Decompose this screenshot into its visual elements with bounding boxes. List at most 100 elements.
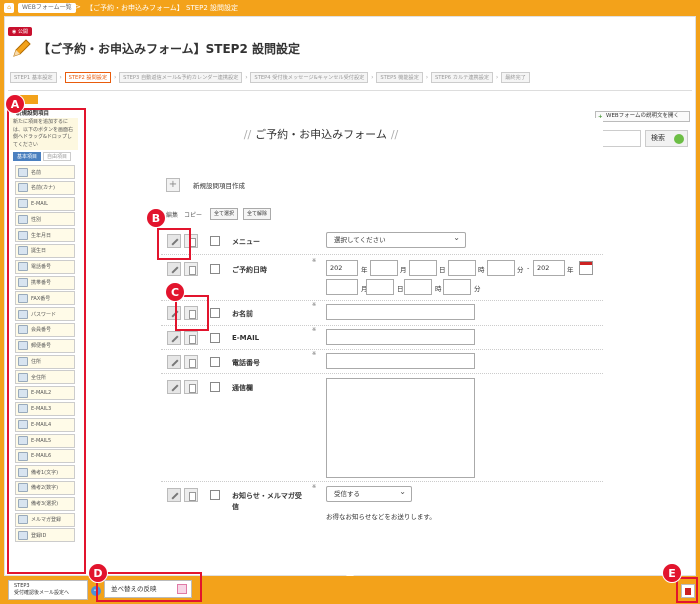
day-input[interactable] bbox=[409, 260, 437, 276]
minute-unit: 分 bbox=[517, 266, 524, 274]
select-all-button[interactable]: 全て選択 bbox=[210, 208, 239, 220]
copy-icon[interactable] bbox=[184, 262, 198, 276]
row-checkbox[interactable] bbox=[210, 490, 220, 500]
minute-input-2[interactable] bbox=[443, 279, 471, 295]
edit-pencil-icon[interactable] bbox=[167, 262, 181, 276]
newsletter-select[interactable]: 受信する bbox=[326, 485, 412, 502]
edit-pencil-icon[interactable] bbox=[167, 380, 181, 394]
message-textarea[interactable] bbox=[326, 378, 475, 478]
breadcrumb-form-list[interactable]: WEBフォーム一覧 bbox=[18, 3, 76, 13]
hour-unit: 時 bbox=[478, 266, 485, 274]
search-icon bbox=[674, 134, 684, 144]
name-input[interactable] bbox=[326, 304, 475, 320]
year-input-2[interactable]: 202 bbox=[533, 260, 565, 276]
callout-a: A bbox=[5, 94, 25, 114]
step-3[interactable]: STEP3 自動返信メール&予約カレンダー連携設定 bbox=[119, 72, 243, 83]
row-checkbox[interactable] bbox=[210, 382, 220, 392]
row-checkbox[interactable] bbox=[210, 264, 220, 274]
step-arrow-icon: › bbox=[371, 74, 374, 81]
new-question-label: 新規設問項目作成 bbox=[193, 182, 245, 190]
pencil-icon bbox=[13, 39, 31, 57]
callout-c: C bbox=[165, 282, 185, 302]
annotation-box-d bbox=[96, 572, 202, 602]
minute-input[interactable] bbox=[487, 260, 515, 276]
row-checkbox[interactable] bbox=[210, 357, 220, 367]
top-bar: ⌂ WEBフォーム一覧 > 【ご予約・お申込みフォーム】 STEP2 設問設定 bbox=[0, 0, 700, 16]
step-arrow-icon: › bbox=[59, 74, 62, 81]
hour-unit-2: 時 bbox=[435, 285, 442, 293]
hour-input-2[interactable] bbox=[404, 279, 432, 295]
question-label-newsletter-2: 信 bbox=[232, 503, 239, 511]
home-icon[interactable]: ⌂ bbox=[4, 3, 14, 13]
calendar-icon[interactable] bbox=[579, 261, 593, 275]
step-5[interactable]: STEP5 機能設定 bbox=[376, 72, 423, 83]
step-final[interactable]: 最終完了 bbox=[501, 72, 530, 83]
annotation-box-e bbox=[676, 577, 698, 603]
status-badge-label: 公開 bbox=[17, 29, 28, 35]
step-arrow-icon: › bbox=[495, 74, 499, 81]
annotation-box-a bbox=[7, 108, 86, 574]
question-label-name: お名前 bbox=[232, 310, 253, 318]
step-4[interactable]: STEP4 受付後メッセージ&キャンセル受付設定 bbox=[250, 72, 369, 83]
row-checkbox[interactable] bbox=[210, 236, 220, 246]
year-unit: 年 bbox=[361, 266, 368, 274]
status-badge: ◉ 公開 bbox=[8, 27, 32, 36]
month-input-2[interactable] bbox=[326, 279, 358, 295]
step-1[interactable]: STEP1 基本設定 bbox=[10, 72, 57, 83]
step-arrow-icon: › bbox=[113, 74, 117, 81]
required-mark: ※ bbox=[312, 327, 317, 333]
hour-input[interactable] bbox=[448, 260, 476, 276]
next-step-label-1: STEP3 bbox=[14, 583, 30, 589]
open-form-description-button[interactable]: + WEBフォームの説明文を開く bbox=[595, 111, 690, 122]
step-2[interactable]: STEP2 設問設定 bbox=[64, 72, 112, 83]
form-title-text: ご予約・お申込みフォーム bbox=[255, 128, 387, 141]
step-arrow-icon: › bbox=[245, 74, 248, 81]
row-checkbox[interactable] bbox=[210, 333, 220, 343]
search-button-label: 検索 bbox=[651, 134, 665, 142]
edit-pencil-icon[interactable] bbox=[167, 488, 181, 502]
next-step-label-2: 受付確認後メール設定へ bbox=[14, 590, 70, 596]
question-label-phone: 電話番号 bbox=[232, 359, 260, 367]
required-mark: ※ bbox=[312, 302, 317, 308]
drag-indicator-icon bbox=[346, 571, 354, 576]
email-input[interactable] bbox=[326, 329, 475, 345]
range-separator: - bbox=[527, 264, 530, 272]
edit-column-label: 編集 bbox=[166, 212, 179, 219]
day-unit-2: 日 bbox=[397, 285, 404, 293]
day-input-2[interactable] bbox=[366, 279, 394, 295]
copy-column-label: コピー bbox=[184, 212, 203, 219]
open-form-description-label: WEBフォームの説明文を開く bbox=[606, 113, 680, 119]
new-question-button[interactable]: + bbox=[166, 178, 180, 192]
question-label-email: E-MAIL bbox=[232, 334, 260, 342]
question-label-menu: メニュー bbox=[232, 238, 260, 246]
copy-icon[interactable] bbox=[184, 331, 198, 345]
copy-icon[interactable] bbox=[184, 355, 198, 369]
menu-select[interactable]: 選択してください bbox=[326, 231, 466, 248]
required-mark: ※ bbox=[312, 351, 317, 357]
question-label-date: ご予約日時 bbox=[232, 266, 267, 274]
year-unit-2: 年 bbox=[567, 266, 574, 274]
deselect-all-button[interactable]: 全て解除 bbox=[243, 208, 272, 220]
callout-e: E bbox=[662, 563, 682, 583]
next-step-button[interactable]: STEP3 受付確認後メール設定へ ➜ bbox=[8, 580, 101, 600]
question-label-message: 通信欄 bbox=[232, 384, 253, 392]
minute-unit-2: 分 bbox=[474, 285, 481, 293]
copy-icon[interactable] bbox=[184, 488, 198, 502]
copy-icon[interactable] bbox=[184, 380, 198, 394]
edit-pencil-icon[interactable] bbox=[167, 331, 181, 345]
phone-input[interactable] bbox=[326, 353, 475, 369]
page-title: 【ご予約・お申込みフォーム】STEP2 設問設定 bbox=[38, 42, 300, 56]
month-input[interactable] bbox=[370, 260, 398, 276]
question-label-newsletter: お知らせ・メルマガ受 bbox=[232, 492, 302, 500]
search-button[interactable]: 検索 bbox=[645, 130, 688, 147]
annotation-box-b bbox=[157, 228, 191, 260]
newsletter-note: お得なお知らせなどをお送りします。 bbox=[326, 513, 436, 521]
day-unit: 日 bbox=[439, 266, 446, 274]
step-6[interactable]: STEP6 カルテ連携設定 bbox=[430, 72, 494, 83]
edit-pencil-icon[interactable] bbox=[167, 355, 181, 369]
breadcrumb-current: 【ご予約・お申込みフォーム】 STEP2 設問設定 bbox=[86, 4, 239, 12]
breadcrumb-separator: > bbox=[75, 3, 81, 11]
required-mark: ※ bbox=[312, 258, 317, 264]
year-input[interactable]: 202 bbox=[326, 260, 358, 276]
row-checkbox[interactable] bbox=[210, 308, 220, 318]
